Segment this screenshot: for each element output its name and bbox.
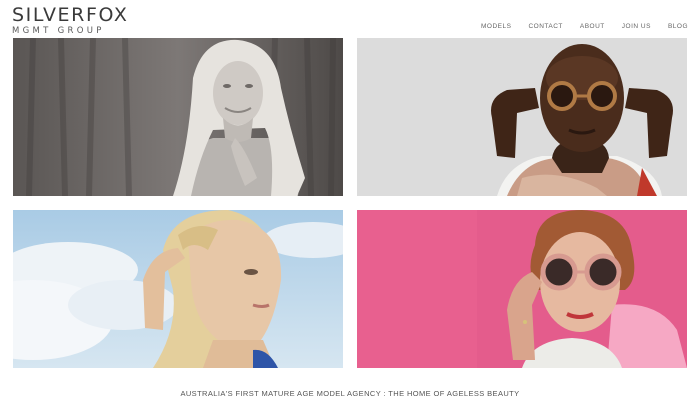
portrait-image <box>13 38 343 196</box>
model-photo-blonde-woman[interactable] <box>13 210 343 368</box>
nav-item-models[interactable]: MODELS <box>481 23 511 30</box>
model-photo-man-sunglasses[interactable] <box>357 38 687 196</box>
nav-item-about[interactable]: ABOUT <box>580 23 605 30</box>
nav-item-join-us[interactable]: JOIN US <box>622 23 651 30</box>
agency-tagline: AUSTRALIA'S FIRST MATURE AGE MODEL AGENC… <box>180 389 520 398</box>
portrait-image <box>357 210 687 368</box>
model-photo-elderly-woman-sunglasses[interactable] <box>357 210 687 368</box>
logo-subtitle: MGMT GROUP <box>12 26 105 36</box>
logo[interactable]: SILVERFOX MGMT GROUP <box>12 5 128 37</box>
nav-item-blog[interactable]: BLOG <box>668 23 688 30</box>
nav-item-contact[interactable]: CONTACT <box>528 23 562 30</box>
portrait-image <box>357 38 687 196</box>
main-nav: MODELS CONTACT ABOUT JOIN US BLOG <box>481 23 688 30</box>
portrait-image <box>13 210 343 368</box>
logo-wordmark: SILVERFOX <box>12 4 129 26</box>
model-photo-silver-haired-woman[interactable] <box>13 38 343 196</box>
